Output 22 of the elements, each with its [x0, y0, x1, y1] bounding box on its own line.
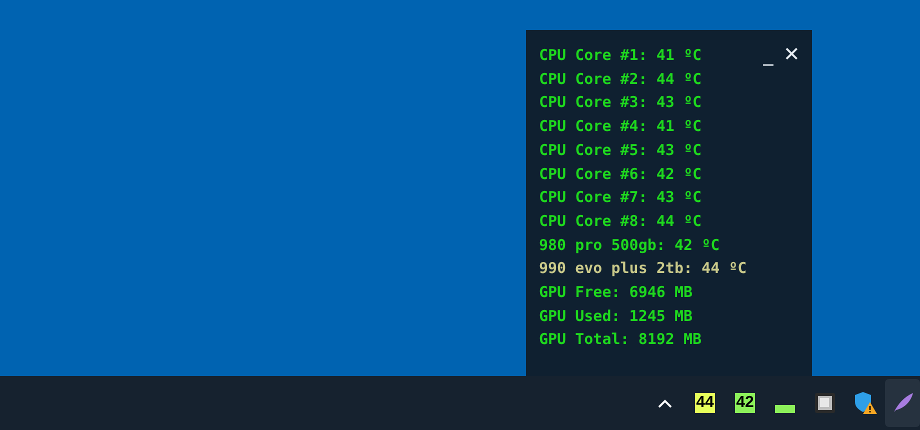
temperature-tray-icon[interactable]: 44: [695, 393, 715, 413]
sensor-reading: CPU Core #7: 43 ºC: [539, 187, 702, 208]
minimize-button[interactable]: _: [763, 42, 774, 66]
sensor-reading: CPU Core #4: 41 ºC: [539, 116, 702, 138]
sensor-reading: GPU Free: 6946 MB: [539, 282, 693, 304]
sensor-reading: 990 evo plus 2tb: 44 ºC: [539, 258, 747, 280]
sensor-reading: CPU Core #8: 44 ºC: [539, 210, 702, 232]
temperature-tray-icon[interactable]: 42: [735, 393, 755, 413]
sensor-reading: CPU Core #6: 42 ºC: [539, 164, 702, 185]
sensor-reading: CPU Core #2: 44 ºC: [539, 68, 702, 90]
sensor-reading: CPU Core #1: 41 ºC: [539, 45, 702, 66]
sensor-reading: CPU Core #5: 43 ºC: [539, 140, 702, 161]
sensor-reading: 980 pro 500gb: 42 ºC: [539, 234, 720, 256]
shield-warning-icon[interactable]: [853, 392, 877, 414]
chevron-up-icon[interactable]: [657, 398, 673, 408]
sensor-reading: GPU Used: 1245 MB: [539, 306, 693, 327]
close-button[interactable]: ✕: [783, 42, 800, 66]
feather-icon: [892, 392, 914, 414]
sensor-reading: CPU Core #3: 43 ºC: [539, 92, 702, 114]
sensor-reading: GPU Total: 8192 MB: [539, 329, 702, 350]
chip-icon[interactable]: [815, 393, 835, 413]
tray-button[interactable]: [885, 379, 920, 427]
